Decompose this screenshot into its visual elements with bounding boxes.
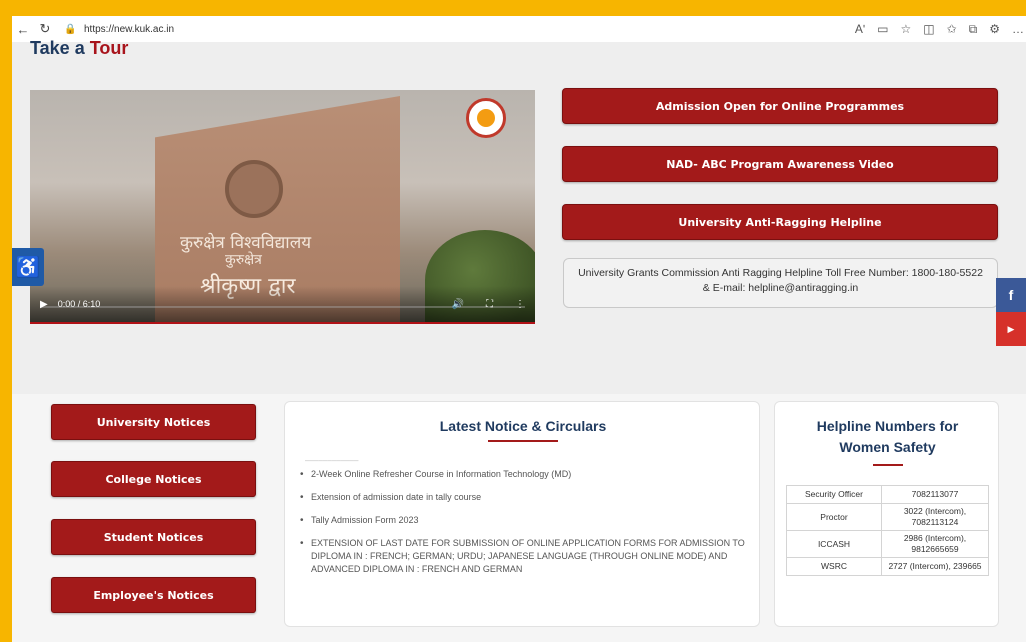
helpline-role: ICCASH: [786, 530, 882, 558]
student-notices-button[interactable]: Student Notices: [51, 519, 256, 555]
notice-item[interactable]: EXTENSION OF LAST DATE FOR SUBMISSION OF…: [297, 537, 747, 576]
more-icon[interactable]: …: [1012, 22, 1024, 36]
gate-emblem: [225, 160, 283, 218]
browser-toolbar: ← ↻ 🔒 https://new.kuk.ac.in Aʹ ▭ ☆ ◫ ✩ ⧉…: [12, 16, 1026, 42]
scrolled-notice-fragment: ‒‒‒‒‒‒‒‒‒‒‒‒: [305, 456, 359, 465]
refresh-icon[interactable]: ↻: [34, 21, 56, 37]
helpline-number: 2727 (Intercom), 239665: [881, 557, 989, 576]
title-underline: [488, 440, 558, 442]
table-row: Proctor 3022 (Intercom), 7082113124: [786, 503, 989, 531]
helpline-number: 2986 (Intercom), 9812665659: [881, 530, 989, 558]
latest-notices-panel: Latest Notice & Circulars ‒‒‒‒‒‒‒‒‒‒‒‒ 2…: [284, 401, 760, 627]
women-safety-panel: Helpline Numbers for Women Safety Securi…: [774, 401, 999, 627]
favorites-icon[interactable]: ✩: [947, 22, 957, 36]
youtube-icon[interactable]: ▶: [996, 312, 1026, 346]
table-row: Security Officer 7082113077: [786, 485, 989, 504]
collections-icon[interactable]: ⧉: [969, 22, 978, 37]
browser-window: ← ↻ 🔒 https://new.kuk.ac.in Aʹ ▭ ☆ ◫ ✩ ⧉…: [12, 16, 1026, 642]
table-row: ICCASH 2986 (Intercom), 9812665659: [786, 530, 989, 558]
immersive-reader-icon[interactable]: ▭: [877, 22, 888, 36]
university-notices-button[interactable]: University Notices: [51, 404, 256, 440]
volume-icon[interactable]: 🔊: [452, 299, 464, 310]
notice-list: 2-Week Online Refresher Course in Inform…: [297, 468, 747, 586]
helpline-role: WSRC: [786, 557, 882, 576]
helpline-number: 3022 (Intercom), 7082113124: [881, 503, 989, 531]
video-right-controls: 🔊 ⛶ ⋮: [452, 299, 525, 310]
notices-section: University Notices College Notices Stude…: [12, 394, 1026, 642]
gate-inscription-line2: कुरुक्षेत्र: [225, 252, 262, 268]
back-arrow-icon[interactable]: ←: [12, 22, 34, 37]
table-row: WSRC 2727 (Intercom), 239665: [786, 557, 989, 576]
latest-notices-title: Latest Notice & Circulars: [439, 418, 607, 434]
women-safety-title: Helpline Numbers for Women Safety: [775, 416, 1000, 458]
tour-section: Take a Tour कुरुक्षेत्र विश्वविद्यालय कु…: [12, 38, 1026, 394]
video-time: 0:00 / 6:10: [57, 299, 101, 309]
notice-item[interactable]: Tally Admission Form 2023: [297, 514, 747, 527]
fullscreen-icon[interactable]: ⛶: [486, 299, 493, 310]
helpline-number: 7082113077: [881, 485, 989, 504]
tour-heading: Take a Tour: [30, 38, 128, 59]
lock-icon[interactable]: 🔒: [64, 24, 78, 35]
tour-heading-prefix: Take a: [30, 38, 85, 58]
browser-actions: Aʹ ▭ ☆ ◫ ✩ ⧉ ⚙ …: [855, 16, 1024, 42]
tour-video-player[interactable]: कुरुक्षेत्र विश्वविद्यालय कुरुक्षेत्र श्…: [30, 90, 535, 324]
helpline-table: Security Officer 7082113077 Proctor 3022…: [786, 485, 989, 576]
anti-ragging-button[interactable]: University Anti-Ragging Helpline: [562, 204, 998, 240]
title-underline: [873, 464, 903, 466]
notice-item[interactable]: 2-Week Online Refresher Course in Inform…: [297, 468, 747, 481]
extensions-icon[interactable]: ⚙: [989, 22, 1000, 36]
nad-abc-video-button[interactable]: NAD- ABC Program Awareness Video: [562, 146, 998, 182]
favorite-star-icon[interactable]: ☆: [900, 22, 911, 36]
tour-heading-accent: Tour: [89, 38, 129, 58]
read-aloud-icon[interactable]: Aʹ: [855, 22, 865, 36]
play-icon[interactable]: ▶: [40, 299, 48, 310]
employee-notices-button[interactable]: Employee's Notices: [51, 577, 256, 613]
women-safety-title-line1: Helpline Numbers for: [816, 418, 959, 434]
university-logo: [466, 98, 506, 138]
facebook-icon[interactable]: f: [996, 278, 1026, 312]
notice-item[interactable]: Extension of admission date in tally cou…: [297, 491, 747, 504]
helpline-role: Proctor: [786, 503, 882, 531]
video-controls: ▶ 0:00 / 6:10 🔊 ⛶ ⋮: [30, 286, 535, 322]
admission-online-button[interactable]: Admission Open for Online Programmes: [562, 88, 998, 124]
video-menu-icon[interactable]: ⋮: [515, 299, 525, 310]
college-notices-button[interactable]: College Notices: [51, 461, 256, 497]
address-bar[interactable]: https://new.kuk.ac.in: [84, 24, 174, 35]
accessibility-icon[interactable]: ♿: [12, 248, 44, 286]
helpline-role: Security Officer: [786, 485, 882, 504]
anti-ragging-helpline-note: University Grants Commission Anti Raggin…: [563, 258, 998, 308]
women-safety-title-line2: Women Safety: [839, 439, 936, 455]
split-screen-icon[interactable]: ◫: [923, 22, 934, 36]
